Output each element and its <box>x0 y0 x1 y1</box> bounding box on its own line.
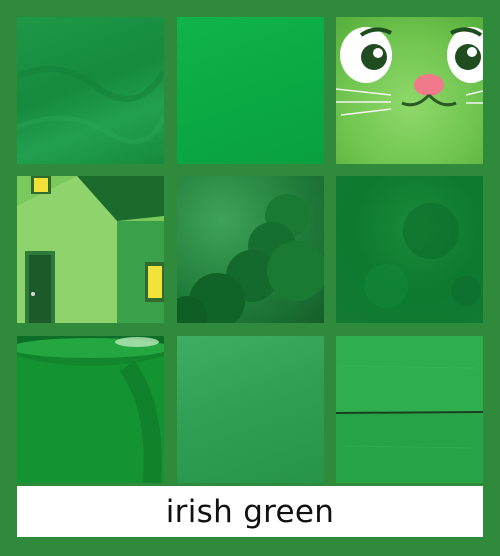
smoke-graphic <box>177 194 324 323</box>
planks-graphic <box>336 336 483 483</box>
wooden-planks-tile <box>336 336 483 483</box>
cat-face-graphic <box>336 27 483 116</box>
caption-bar: irish green <box>17 486 483 537</box>
caption-text: irish green <box>165 493 335 530</box>
smoke-cloud-tile <box>177 176 324 323</box>
cartoon-cat-tile <box>336 17 483 164</box>
swatch-solid <box>177 17 324 164</box>
bowl-graphic <box>17 336 164 483</box>
house-illustration-tile <box>17 176 164 323</box>
textured-wall-tile <box>336 176 483 323</box>
fabric-folds-graphic <box>17 66 164 144</box>
gradient-swatch-tile <box>177 336 324 483</box>
house-graphic <box>17 176 164 323</box>
green-bowl-tile <box>17 336 164 483</box>
texture-graphic <box>364 203 481 308</box>
swatch-fabric <box>17 17 164 164</box>
